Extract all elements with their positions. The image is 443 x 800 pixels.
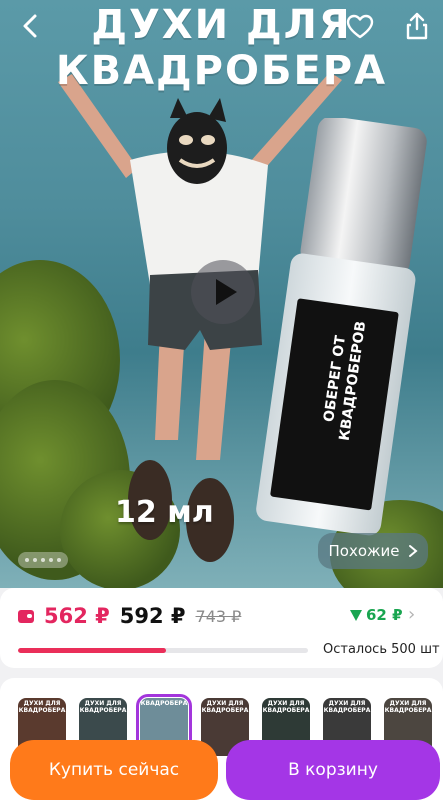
buy-now-button[interactable]: Купить сейчас xyxy=(10,740,218,800)
old-price: 743 ₽ xyxy=(195,606,242,626)
down-triangle-icon xyxy=(350,609,362,621)
favorite-button[interactable] xyxy=(342,10,378,44)
share-icon xyxy=(406,12,428,40)
back-arrow-icon xyxy=(23,14,37,38)
play-icon xyxy=(216,279,237,305)
cashback[interactable]: 62 ₽ xyxy=(350,606,403,624)
product-media[interactable]: ОБЕРЕГ ОТ КВАДРОБЕРОВ ДУХИ ДЛЯ КВАДРОБЕР… xyxy=(0,0,443,588)
thumbnail-label: КВАДРОБЕРА xyxy=(140,700,188,707)
thumbnail-label: ДУХИ ДЛЯ КВАДРОБЕРА xyxy=(323,700,371,714)
similar-button-label: Похожие xyxy=(328,542,400,560)
wallet-icon xyxy=(18,609,34,623)
add-to-cart-button[interactable]: В корзину xyxy=(226,740,440,800)
cashback-amount: 62 ₽ xyxy=(366,606,403,624)
share-button[interactable] xyxy=(400,8,434,44)
similar-button[interactable]: Похожие xyxy=(318,533,428,569)
thumbnail-label: ДУХИ ДЛЯ КВАДРОБЕРА xyxy=(384,700,432,714)
thumbnail-label: ДУХИ ДЛЯ КВАДРОБЕРА xyxy=(201,700,249,714)
thumbnail-label: ДУХИ ДЛЯ КВАДРОБЕРА xyxy=(18,700,66,714)
headline-line2: КВАДРОБЕРА xyxy=(55,48,388,94)
perfume-bottle-image xyxy=(256,118,427,536)
heart-icon xyxy=(346,14,374,39)
media-pagination xyxy=(18,552,68,568)
stock-progress-fill xyxy=(18,648,166,653)
stock-remaining: Осталось 500 шт xyxy=(323,642,440,657)
back-button[interactable] xyxy=(14,10,46,42)
regular-price: 592 ₽ xyxy=(119,604,186,628)
chevron-right-icon xyxy=(408,545,418,557)
stock-progress-bar xyxy=(18,648,308,653)
thumbnail-label: ДУХИ ДЛЯ КВАДРОБЕРА xyxy=(79,700,127,714)
price-row[interactable]: 562 ₽ 592 ₽ 743 ₽ xyxy=(18,604,241,628)
price-details-chevron-icon[interactable]: › xyxy=(408,604,415,625)
volume-label: 12 мл xyxy=(115,495,214,530)
thumbnail-label: ДУХИ ДЛЯ КВАДРОБЕРА xyxy=(262,700,310,714)
card-price: 562 ₽ xyxy=(44,604,110,628)
play-button[interactable] xyxy=(191,260,255,324)
